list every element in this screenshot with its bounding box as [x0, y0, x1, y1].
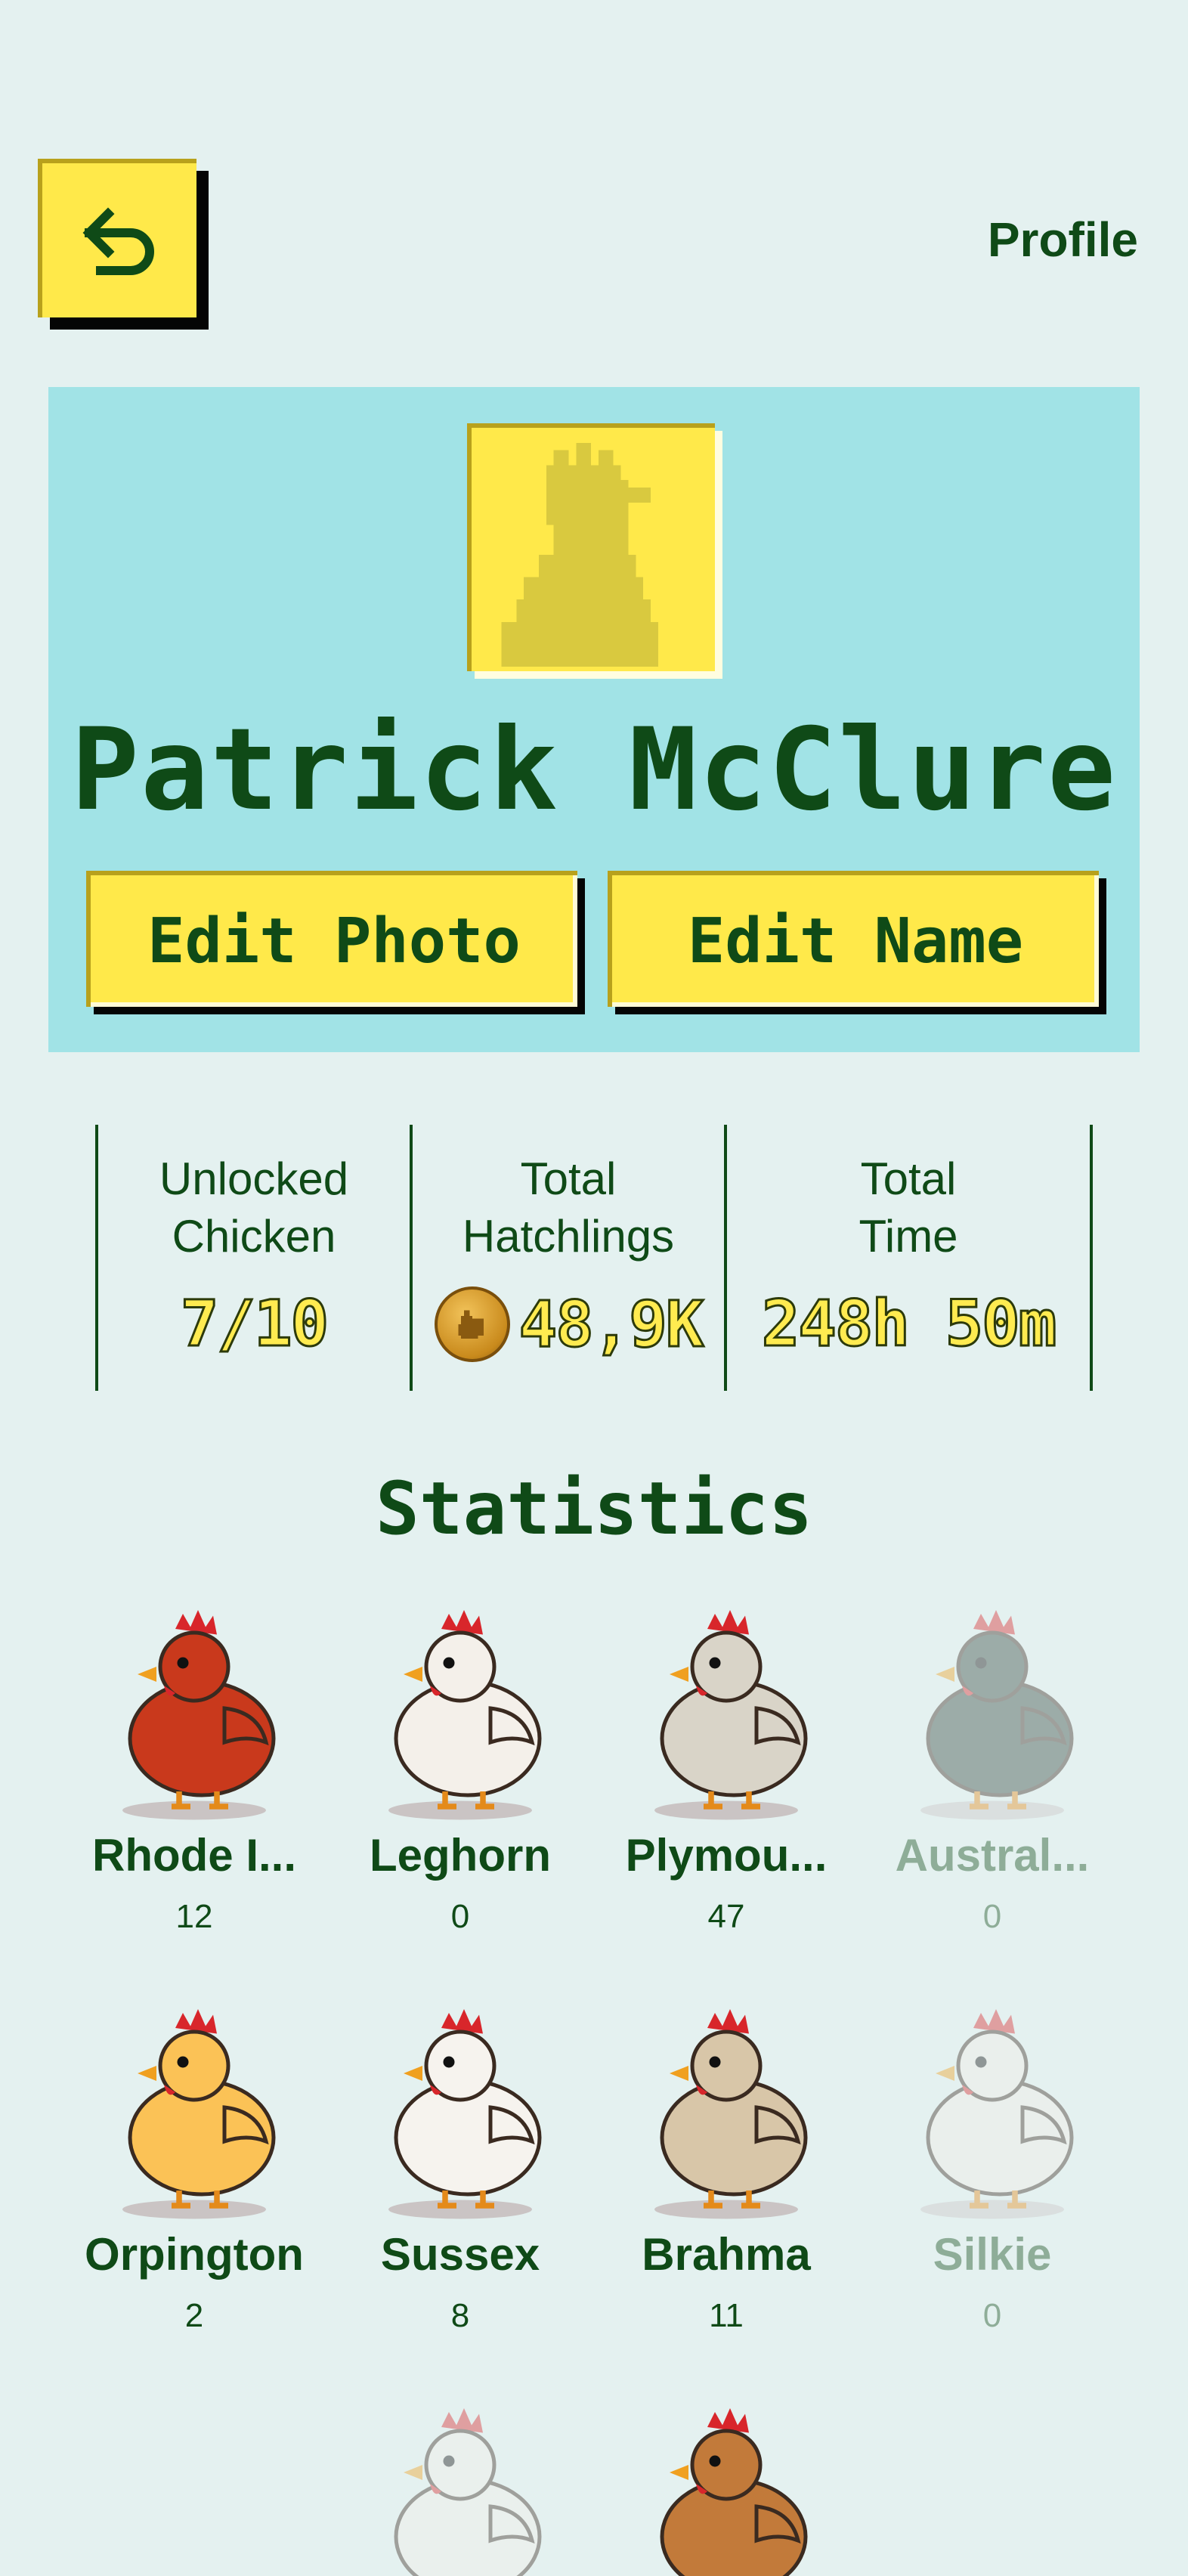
- chicken-card[interactable]: Rhode I... 12: [62, 1602, 326, 1936]
- rhode-island-red-chicken-icon: [122, 1610, 276, 1820]
- chicken-name: Leghorn: [370, 1830, 551, 1881]
- chicken-silhouette-icon: [501, 442, 658, 667]
- chicken-card[interactable]: Sussex 8: [328, 2002, 592, 2335]
- stat-value: 248h 50m: [760, 1286, 1058, 1362]
- sussex-chicken-icon: [388, 2009, 542, 2219]
- back-button[interactable]: [38, 159, 196, 317]
- stat-time: Total Time 248h 50m: [727, 1125, 1093, 1391]
- player-name: Patrick McClure: [70, 704, 1118, 836]
- stat-unlocked: Unlocked Chicken 7/10: [98, 1125, 413, 1391]
- profile-card: Patrick McClure Edit Photo Edit Name: [48, 387, 1140, 1052]
- stat-value: 48,9K: [434, 1286, 705, 1363]
- chicken-count: 12: [175, 1898, 213, 1935]
- chicken-count: 0: [982, 1898, 1002, 1935]
- orpington-chick-icon: [122, 2009, 276, 2219]
- chicken-card[interactable]: Brahma 11: [594, 2002, 859, 2335]
- chicken-count: 8: [450, 2297, 470, 2334]
- stat-label: Total Hatchlings: [462, 1153, 675, 1262]
- plymouth-rock-chicken-icon: [654, 1610, 808, 1820]
- chicken-count: 0: [982, 2297, 1002, 2334]
- chicken-coin-icon: [434, 1286, 510, 1362]
- chicken-card[interactable]: [328, 2401, 592, 2576]
- chicken-name: Plymou...: [625, 1830, 828, 1881]
- chicken-card[interactable]: Austral... 0: [860, 1602, 1125, 1936]
- statistics-title: Statistics: [376, 1466, 812, 1551]
- edit-photo-button[interactable]: Edit Photo: [86, 871, 577, 1007]
- edit-name-button[interactable]: Edit Name: [608, 871, 1099, 1007]
- chicken-name: Orpington: [85, 2229, 304, 2280]
- chicken-card[interactable]: [594, 2401, 859, 2576]
- stat-hatchlings: Total Hatchlings 48,9K: [413, 1125, 727, 1391]
- chicken-count: 0: [450, 1898, 470, 1935]
- chicken-count: 47: [707, 1898, 745, 1935]
- chicken-name: Sussex: [380, 2229, 540, 2280]
- profile-avatar[interactable]: [467, 423, 715, 671]
- chicken-count: 2: [184, 2297, 204, 2334]
- chicken-card[interactable]: Orpington 2: [62, 2002, 326, 2335]
- chicken-card[interactable]: Silkie 0: [860, 2002, 1125, 2335]
- chicken-name: Rhode I...: [92, 1830, 296, 1881]
- white-chicken-icon: [394, 2408, 542, 2576]
- chicken-name: Austral...: [895, 1830, 1090, 1881]
- australorp-chicken-icon: [920, 1610, 1074, 1820]
- stat-label: Unlocked Chicken: [159, 1153, 349, 1262]
- chicken-card[interactable]: Plymou... 47: [594, 1602, 859, 1936]
- stat-value: 7/10: [179, 1286, 329, 1362]
- chicken-count: 11: [709, 2297, 744, 2334]
- stat-label: Total Time: [859, 1153, 958, 1262]
- brown-hen-icon: [660, 2408, 808, 2576]
- chicken-name: Silkie: [933, 2229, 1052, 2280]
- undo-arrow-icon: [82, 207, 154, 275]
- page-title: Profile: [987, 212, 1138, 267]
- silkie-chicken-icon: [920, 2009, 1074, 2219]
- chicken-card[interactable]: Leghorn 0: [328, 1602, 592, 1936]
- stats-row: Unlocked Chicken 7/10 Total Hatchlings 4…: [95, 1125, 1093, 1391]
- leghorn-chicken-icon: [388, 1610, 542, 1820]
- chicken-name: Brahma: [642, 2229, 811, 2280]
- brahma-rooster-icon: [654, 2009, 808, 2219]
